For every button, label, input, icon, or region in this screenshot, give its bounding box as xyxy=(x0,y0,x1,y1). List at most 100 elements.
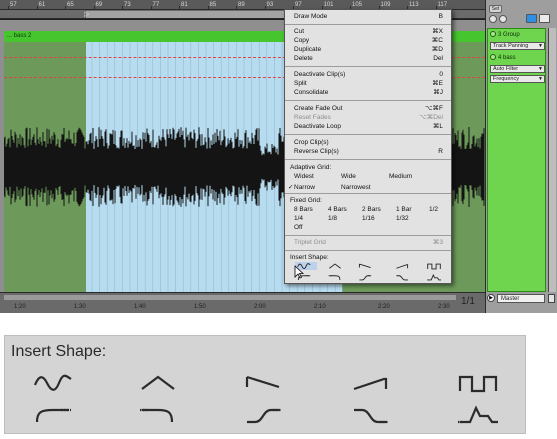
shape-adsr-icon[interactable] xyxy=(458,404,498,426)
menu-label: Consolidate xyxy=(294,89,329,96)
shape-ramp-out-icon[interactable] xyxy=(138,404,178,426)
menu-item-reset-fades: Reset Fades ⌥⌘Del xyxy=(285,113,451,122)
menu-item-triplet-grid: Triplet Grid ⌘3 xyxy=(285,238,451,247)
ruler-bar-number: 73 xyxy=(124,2,131,8)
insert-shape-heading: Insert Shape: xyxy=(290,254,329,261)
grid-option-8-bars[interactable]: 8 Bars xyxy=(294,205,313,214)
time-label: 2:10 xyxy=(314,304,326,310)
shape-triangle-icon[interactable] xyxy=(138,373,178,395)
vertical-scrollbar[interactable] xyxy=(548,28,556,292)
grid-option-wide[interactable]: Wide xyxy=(341,172,356,181)
menu-item-draw-mode[interactable]: Draw Mode B xyxy=(285,12,451,21)
menu-label: Copy xyxy=(294,37,310,44)
device-select[interactable]: Auto Filter ▼ xyxy=(490,65,545,73)
shape-adsr-icon[interactable] xyxy=(427,273,441,282)
group-select-value: Track Panning xyxy=(493,43,529,49)
menu-item-cut[interactable]: Cut ⌘X xyxy=(285,27,451,36)
shape-path xyxy=(427,273,441,281)
time-ruler[interactable]: 1/1 1:20 1:30 1:40 1:50 2:00 2:10 2:20 2:30 xyxy=(0,292,485,313)
shape-saw-up-icon[interactable] xyxy=(350,373,390,395)
time-label: 2:20 xyxy=(378,304,390,310)
grid-option-1-16[interactable]: 1/16 xyxy=(362,214,375,223)
shape-saw-down-icon[interactable] xyxy=(243,373,283,395)
master-toggle[interactable] xyxy=(548,294,555,303)
shape-saw-up-icon[interactable] xyxy=(395,262,409,271)
fold-icon[interactable] xyxy=(489,15,497,23)
grid-option-1-bar[interactable]: 1 Bar xyxy=(396,205,412,214)
unfold-icon[interactable] xyxy=(499,15,507,23)
menu-shortcut: ⌘L xyxy=(432,123,443,130)
menu-shortcut: ⌘3 xyxy=(432,239,443,246)
bass-track-title[interactable]: 4 bass xyxy=(490,54,546,63)
chevron-down-icon: ▼ xyxy=(538,76,543,82)
grid-option-narrow[interactable]: Narrow xyxy=(294,183,315,192)
menu-shortcut: 0 xyxy=(439,71,443,78)
group-fold-icon[interactable] xyxy=(490,31,496,37)
menu-item-split[interactable]: Split ⌘E xyxy=(285,79,451,88)
menu-item-consolidate[interactable]: Consolidate ⌘J xyxy=(285,88,451,97)
ruler-bar-number: 89 xyxy=(238,2,245,8)
clip-name: ... bass 2 xyxy=(7,33,32,39)
overview-strip[interactable] xyxy=(4,295,456,300)
shape-square-icon[interactable] xyxy=(458,373,498,395)
menu-item-deactivate-clips[interactable]: Deactivate Clip(s) 0 xyxy=(285,70,451,79)
automation-toggle-icon[interactable] xyxy=(526,14,537,23)
device-select-value: Auto Filter xyxy=(493,66,519,72)
shape-saw-down-icon[interactable] xyxy=(358,262,372,271)
grid-option-medium[interactable]: Medium xyxy=(389,172,412,181)
menu-shortcut: B xyxy=(438,13,443,20)
track-fold-icon[interactable] xyxy=(490,54,496,60)
menu-item-crop-clips[interactable]: Crop Clip(s) xyxy=(285,138,451,147)
shape-s-curve-down-icon[interactable] xyxy=(350,404,390,426)
shape-path xyxy=(460,405,498,424)
grid-option-1-32[interactable]: 1/32 xyxy=(396,214,409,223)
menu-item-copy[interactable]: Copy ⌘C xyxy=(285,36,451,45)
set-button[interactable]: Set xyxy=(489,5,502,13)
shape-ramp-out-icon[interactable] xyxy=(328,273,342,282)
menu-item-deactivate-loop[interactable]: Deactivate Loop ⌘L xyxy=(285,122,451,131)
shape-path xyxy=(142,408,174,423)
parameter-select-value: Frequency xyxy=(493,76,519,82)
menu-divider xyxy=(285,66,451,67)
grid-option-4-bars[interactable]: 4 Bars xyxy=(328,205,347,214)
grid-option-off[interactable]: Off xyxy=(294,223,303,232)
grid-option-narrowest[interactable]: Narrowest xyxy=(341,183,371,192)
lock-icon[interactable] xyxy=(539,14,550,23)
menu-shortcut: ⌥⌘F xyxy=(425,105,443,112)
group-track-title[interactable]: 3 Group xyxy=(490,31,546,40)
master-output-select[interactable]: Master xyxy=(497,294,545,303)
menu-item-reverse-clips[interactable]: Reverse Clip(s) R xyxy=(285,147,451,156)
menu-item-delete[interactable]: Delete Del xyxy=(285,54,451,63)
menu-shortcut: ⌘C xyxy=(431,37,443,44)
menu-label: Duplicate xyxy=(294,46,322,53)
shape-triangle-icon[interactable] xyxy=(328,262,342,271)
parameter-select[interactable]: Frequency ▼ xyxy=(490,75,545,83)
menu-label: Deactivate Loop xyxy=(294,123,341,130)
play-icon[interactable]: ▶ xyxy=(487,294,495,302)
group-automation-select[interactable]: Track Panning ▼ xyxy=(490,42,545,50)
grid-option-1-2[interactable]: 1/2 xyxy=(429,205,438,214)
insert-shape-zoom-panel: Insert Shape: xyxy=(4,335,526,434)
loop-start-marker-icon[interactable]: ▷ xyxy=(84,10,89,19)
shape-sine-icon[interactable] xyxy=(33,373,73,395)
shape-s-curve-up-icon[interactable] xyxy=(358,273,372,282)
menu-item-create-fade-out[interactable]: Create Fade Out ⌥⌘F xyxy=(285,104,451,113)
grid-option-1-4[interactable]: 1/4 xyxy=(294,214,303,223)
shape-s-curve-down-icon[interactable] xyxy=(395,273,409,282)
context-menu: Draw Mode B Cut ⌘X Copy ⌘C Duplicate ⌘D Dele… xyxy=(284,9,452,284)
time-label: 2:00 xyxy=(254,304,266,310)
shape-path xyxy=(33,374,72,391)
grid-option-2-bars[interactable]: 2 Bars xyxy=(362,205,381,214)
shape-path xyxy=(245,375,280,389)
shape-ramp-in-icon[interactable] xyxy=(33,404,73,426)
menu-shortcut: ⌘D xyxy=(431,46,443,53)
ruler-bar-number: 65 xyxy=(67,2,74,8)
page-indicator: 1/1 xyxy=(461,296,475,307)
shape-square-icon[interactable] xyxy=(427,262,441,271)
shape-s-curve-up-icon[interactable] xyxy=(243,404,283,426)
menu-label: Draw Mode xyxy=(294,13,328,20)
grid-option-1-8[interactable]: 1/8 xyxy=(328,214,337,223)
menu-item-duplicate[interactable]: Duplicate ⌘D xyxy=(285,45,451,54)
grid-option-widest[interactable]: Widest xyxy=(294,172,314,181)
fixed-grid-heading: Fixed Grid: xyxy=(290,197,322,204)
